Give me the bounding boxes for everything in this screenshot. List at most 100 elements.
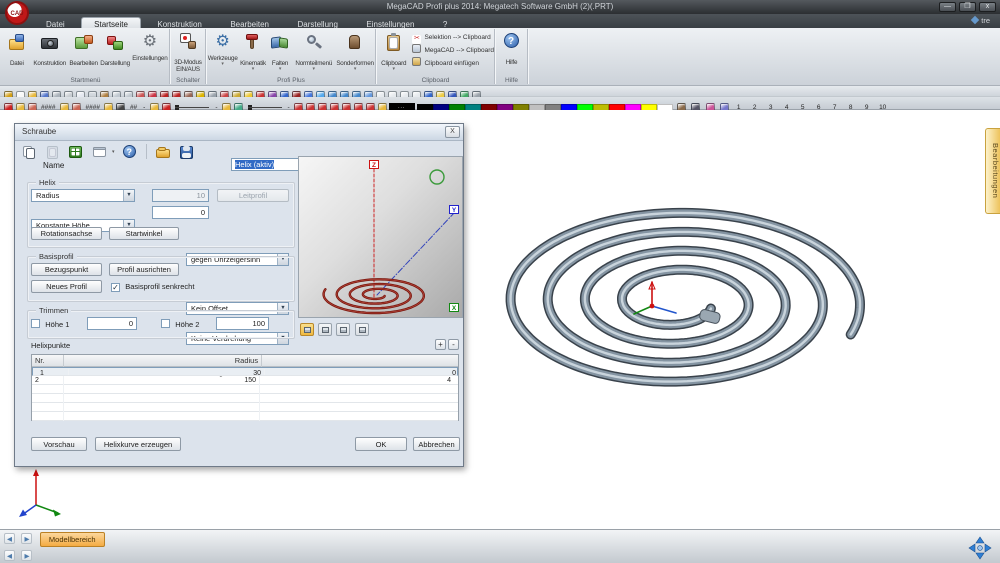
megacad-logo-icon: CAD — [5, 1, 29, 25]
hoehe1-checkbox[interactable] — [31, 319, 40, 328]
ribbon-darstellung-button[interactable]: Darstellung — [99, 30, 130, 74]
table-row[interactable]: 1300 — [32, 367, 458, 376]
table-row[interactable] — [32, 385, 458, 394]
selektion-clipboard-item[interactable]: ✂Selektion --> Clipboard — [410, 32, 494, 44]
toolbar-row2: ##########---...12345678910 — [0, 97, 1000, 110]
add-point-button[interactable]: + — [435, 339, 446, 350]
close-button[interactable]: x — [979, 2, 996, 12]
profil-ausrichten-button[interactable]: Profil ausrichten — [109, 263, 179, 276]
view-lock-button[interactable] — [300, 323, 314, 336]
table-row[interactable] — [32, 394, 458, 403]
next-view-arrow-icon[interactable]: ▶ — [21, 550, 32, 561]
status-bar: ◀ ▶ Modellbereich ◀ ▶ — [0, 529, 1000, 563]
open-file-icon[interactable] — [155, 144, 172, 160]
statusbar-row-2: ◀ ▶ — [0, 548, 1000, 563]
radius-value-input: 10 — [152, 189, 209, 202]
table-cell — [260, 394, 454, 403]
table-row[interactable] — [32, 403, 458, 412]
preview-pane-icon[interactable] — [91, 144, 108, 160]
ok-button[interactable]: OK — [355, 437, 407, 451]
prev-tab-arrow-icon[interactable]: ◀ — [4, 533, 15, 544]
vorschau-button[interactable]: Vorschau — [31, 437, 87, 451]
table-cell — [64, 394, 260, 403]
ribbon-sonderformen-button[interactable]: Sonderformen▾ — [335, 30, 375, 74]
radius-mode-select[interactable]: Radius▼ — [31, 189, 135, 202]
ribbon-3d-modus-button[interactable]: 3D-Modus EIN/AUS — [171, 29, 205, 73]
table-cell: 2 — [32, 376, 64, 385]
dialog-close-button[interactable]: X — [445, 126, 460, 138]
copy-icon[interactable] — [21, 144, 38, 160]
col-header-radius[interactable]: Radius — [66, 355, 262, 367]
view-iso-button[interactable] — [318, 323, 332, 336]
rotationsachse-button[interactable]: Rotationsachse — [31, 227, 102, 240]
selected-text: Helix (aktiv) — [235, 160, 274, 169]
preview-pane-dropdown-icon[interactable]: ▾ — [112, 149, 115, 155]
leitprofil-button: Leitprofil — [217, 189, 289, 202]
clipboard-cursor-icon — [412, 44, 421, 53]
paste-icon[interactable] — [44, 144, 61, 160]
table-body: 130021504 — [32, 367, 458, 421]
group-label-profiplus: Profi Plus — [207, 77, 375, 84]
next-tab-arrow-icon[interactable]: ▶ — [21, 533, 32, 544]
trimmen-group-label: Trimmen — [36, 306, 71, 315]
ribbon-falten-button[interactable]: Falten▾ — [268, 30, 293, 74]
helix-points-table[interactable]: Nr. Radius Windung 130021504 — [31, 354, 459, 421]
view-front-button[interactable] — [336, 323, 350, 336]
clipboard-einfuegen-item[interactable]: Clipboard einfügen — [410, 57, 494, 70]
view-top-button[interactable] — [355, 323, 369, 336]
toolbar-separator — [146, 144, 147, 159]
ribbon-einstellungen-button[interactable]: ⚙ Einstellungen — [131, 30, 169, 74]
abbrechen-button[interactable]: Abbrechen — [413, 437, 460, 451]
basisprofil-group-label: Basisprofil — [36, 252, 77, 261]
helixkurve-erzeugen-button[interactable]: Helixkurve erzeugen — [95, 437, 181, 451]
ribbon-hilfe-button[interactable]: ? Hilfe — [496, 29, 527, 73]
table-cell: 0 — [265, 369, 458, 376]
startwinkel-button[interactable]: Startwinkel — [109, 227, 179, 240]
table-cell — [32, 385, 64, 394]
ribbon-clipboard-button[interactable]: Clipboard▾ — [377, 30, 410, 74]
neues-profil-button[interactable]: Neues Profil — [31, 280, 102, 293]
hoehe2-checkbox[interactable] — [161, 319, 170, 328]
ribbon-datei-button[interactable]: Datei — [2, 30, 32, 74]
maximize-button[interactable]: ❐ — [959, 2, 976, 12]
cube-icon — [322, 327, 329, 333]
table-cell — [260, 403, 454, 412]
height-value-input[interactable]: 0 — [152, 206, 209, 219]
z-axis-label: Z — [369, 160, 379, 169]
dialog-help-icon[interactable]: ? — [121, 144, 138, 160]
ribbon-konstruktion-button[interactable]: Konstruktion — [32, 30, 68, 74]
ribbon-bearbeiten-button[interactable]: Bearbeiten — [68, 30, 99, 74]
megacad-clipboard-item[interactable]: MegaCAD --> Clipboard — [410, 44, 494, 57]
dialog-3d-preview[interactable]: Z Y X — [298, 156, 463, 318]
ribbon-normteilmenu-button[interactable]: Normteilmenü▾ — [292, 30, 335, 74]
table-row[interactable] — [32, 412, 458, 421]
glove-icon — [344, 33, 366, 53]
dialog-title-bar[interactable]: Schraube — [15, 124, 463, 141]
minimize-button[interactable]: — — [939, 2, 956, 12]
senkrecht-checkbox[interactable]: ✓ — [111, 283, 120, 292]
ribbon-werkzeuge-button[interactable]: ⚙ Werkzeuge▾ — [207, 30, 238, 74]
ucs-axes-icon — [16, 465, 66, 520]
ribbon-tab-strip: Datei Startseite Konstruktion Bearbeiten… — [0, 14, 1000, 28]
hoehe2-input[interactable]: 100 — [216, 317, 269, 330]
save-file-icon[interactable] — [178, 144, 195, 160]
ribbon-kinematik-button[interactable]: Kinematik▾ — [238, 30, 267, 74]
help-icon: ? — [501, 32, 523, 52]
hoehe1-input[interactable]: 0 — [87, 317, 137, 330]
table-row[interactable]: 21504 — [32, 376, 458, 385]
modellbereich-tab[interactable]: Modellbereich — [40, 532, 105, 547]
pan-compass-icon[interactable] — [968, 536, 992, 560]
table-header-row: Nr. Radius Windung — [32, 355, 458, 367]
dialog-title: Schraube — [22, 127, 56, 136]
ribbon-group-hilfe: ? Hilfe Hilfe — [496, 29, 528, 84]
remove-point-button[interactable]: - — [448, 339, 459, 350]
prev-view-arrow-icon[interactable]: ◀ — [4, 550, 15, 561]
ribbon-group-startmenu: Datei Konstruktion Bearbeiten — [2, 29, 170, 84]
col-header-nr[interactable]: Nr. — [32, 355, 64, 367]
style-selector[interactable]: tre — [972, 16, 990, 25]
preview-rotate-icon — [430, 170, 444, 184]
hammer-icon — [242, 33, 264, 53]
bezugspunkt-button[interactable]: Bezugspunkt — [31, 263, 102, 276]
side-tab-bearbeitungen[interactable]: Bearbeitungen — [985, 128, 1000, 214]
table-icon[interactable] — [67, 144, 84, 160]
